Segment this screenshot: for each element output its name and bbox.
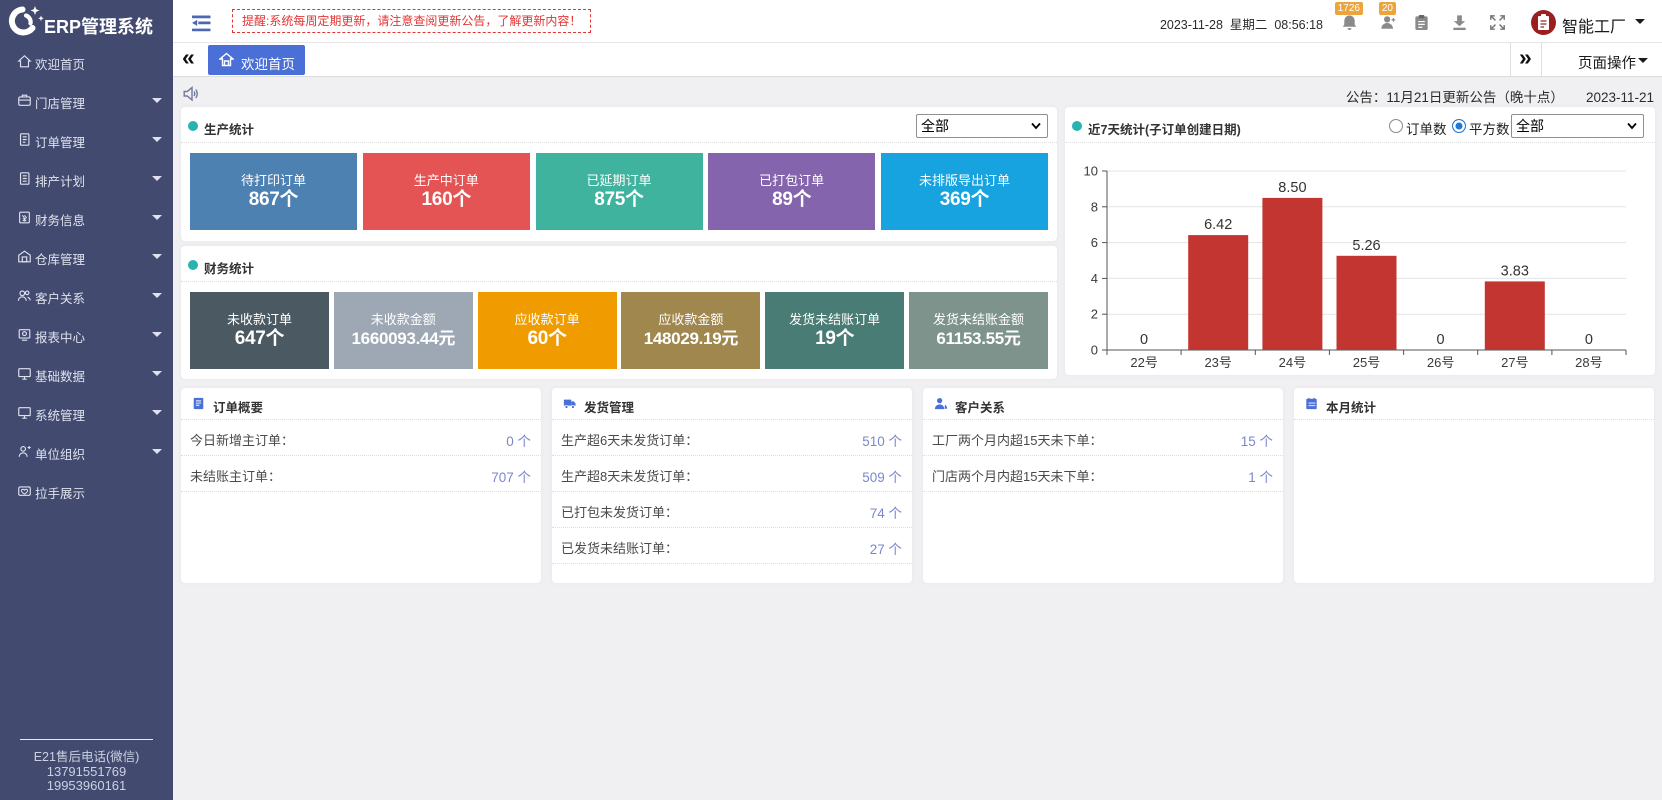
svg-text:0: 0: [1140, 332, 1148, 348]
svg-text:24号: 24号: [1279, 355, 1306, 370]
svg-text:4: 4: [1091, 271, 1098, 286]
svg-text:8: 8: [1091, 199, 1098, 214]
svg-text:8.50: 8.50: [1278, 180, 1306, 196]
svg-text:0: 0: [1091, 343, 1098, 358]
svg-text:2: 2: [1091, 307, 1098, 322]
svg-text:3.83: 3.83: [1501, 263, 1529, 279]
svg-text:5.26: 5.26: [1352, 238, 1380, 254]
svg-text:6: 6: [1091, 235, 1098, 250]
svg-text:6.42: 6.42: [1204, 217, 1232, 233]
svg-text:10: 10: [1084, 164, 1098, 179]
svg-text:26号: 26号: [1427, 355, 1454, 370]
svg-text:28号: 28号: [1575, 355, 1602, 370]
svg-text:25号: 25号: [1353, 355, 1380, 370]
svg-text:0: 0: [1585, 332, 1593, 348]
svg-text:22号: 22号: [1130, 355, 1157, 370]
svg-text:27号: 27号: [1501, 355, 1528, 370]
svg-text:0: 0: [1437, 332, 1445, 348]
svg-text:23号: 23号: [1204, 355, 1231, 370]
